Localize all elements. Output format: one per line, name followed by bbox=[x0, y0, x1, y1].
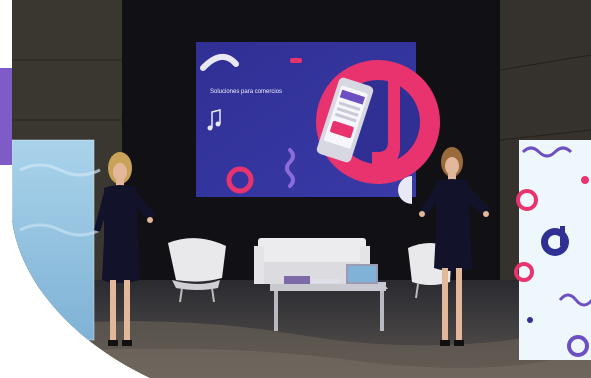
led-presentation-screen: Soluciones para comercios bbox=[196, 42, 440, 204]
brand-purple-block bbox=[0, 68, 14, 165]
left-led-totem bbox=[12, 139, 101, 341]
event-booth-photo: Soluciones para comercios bbox=[0, 0, 591, 378]
right-led-totem bbox=[514, 140, 591, 360]
screen-caption: Soluciones para comercios bbox=[210, 89, 282, 95]
